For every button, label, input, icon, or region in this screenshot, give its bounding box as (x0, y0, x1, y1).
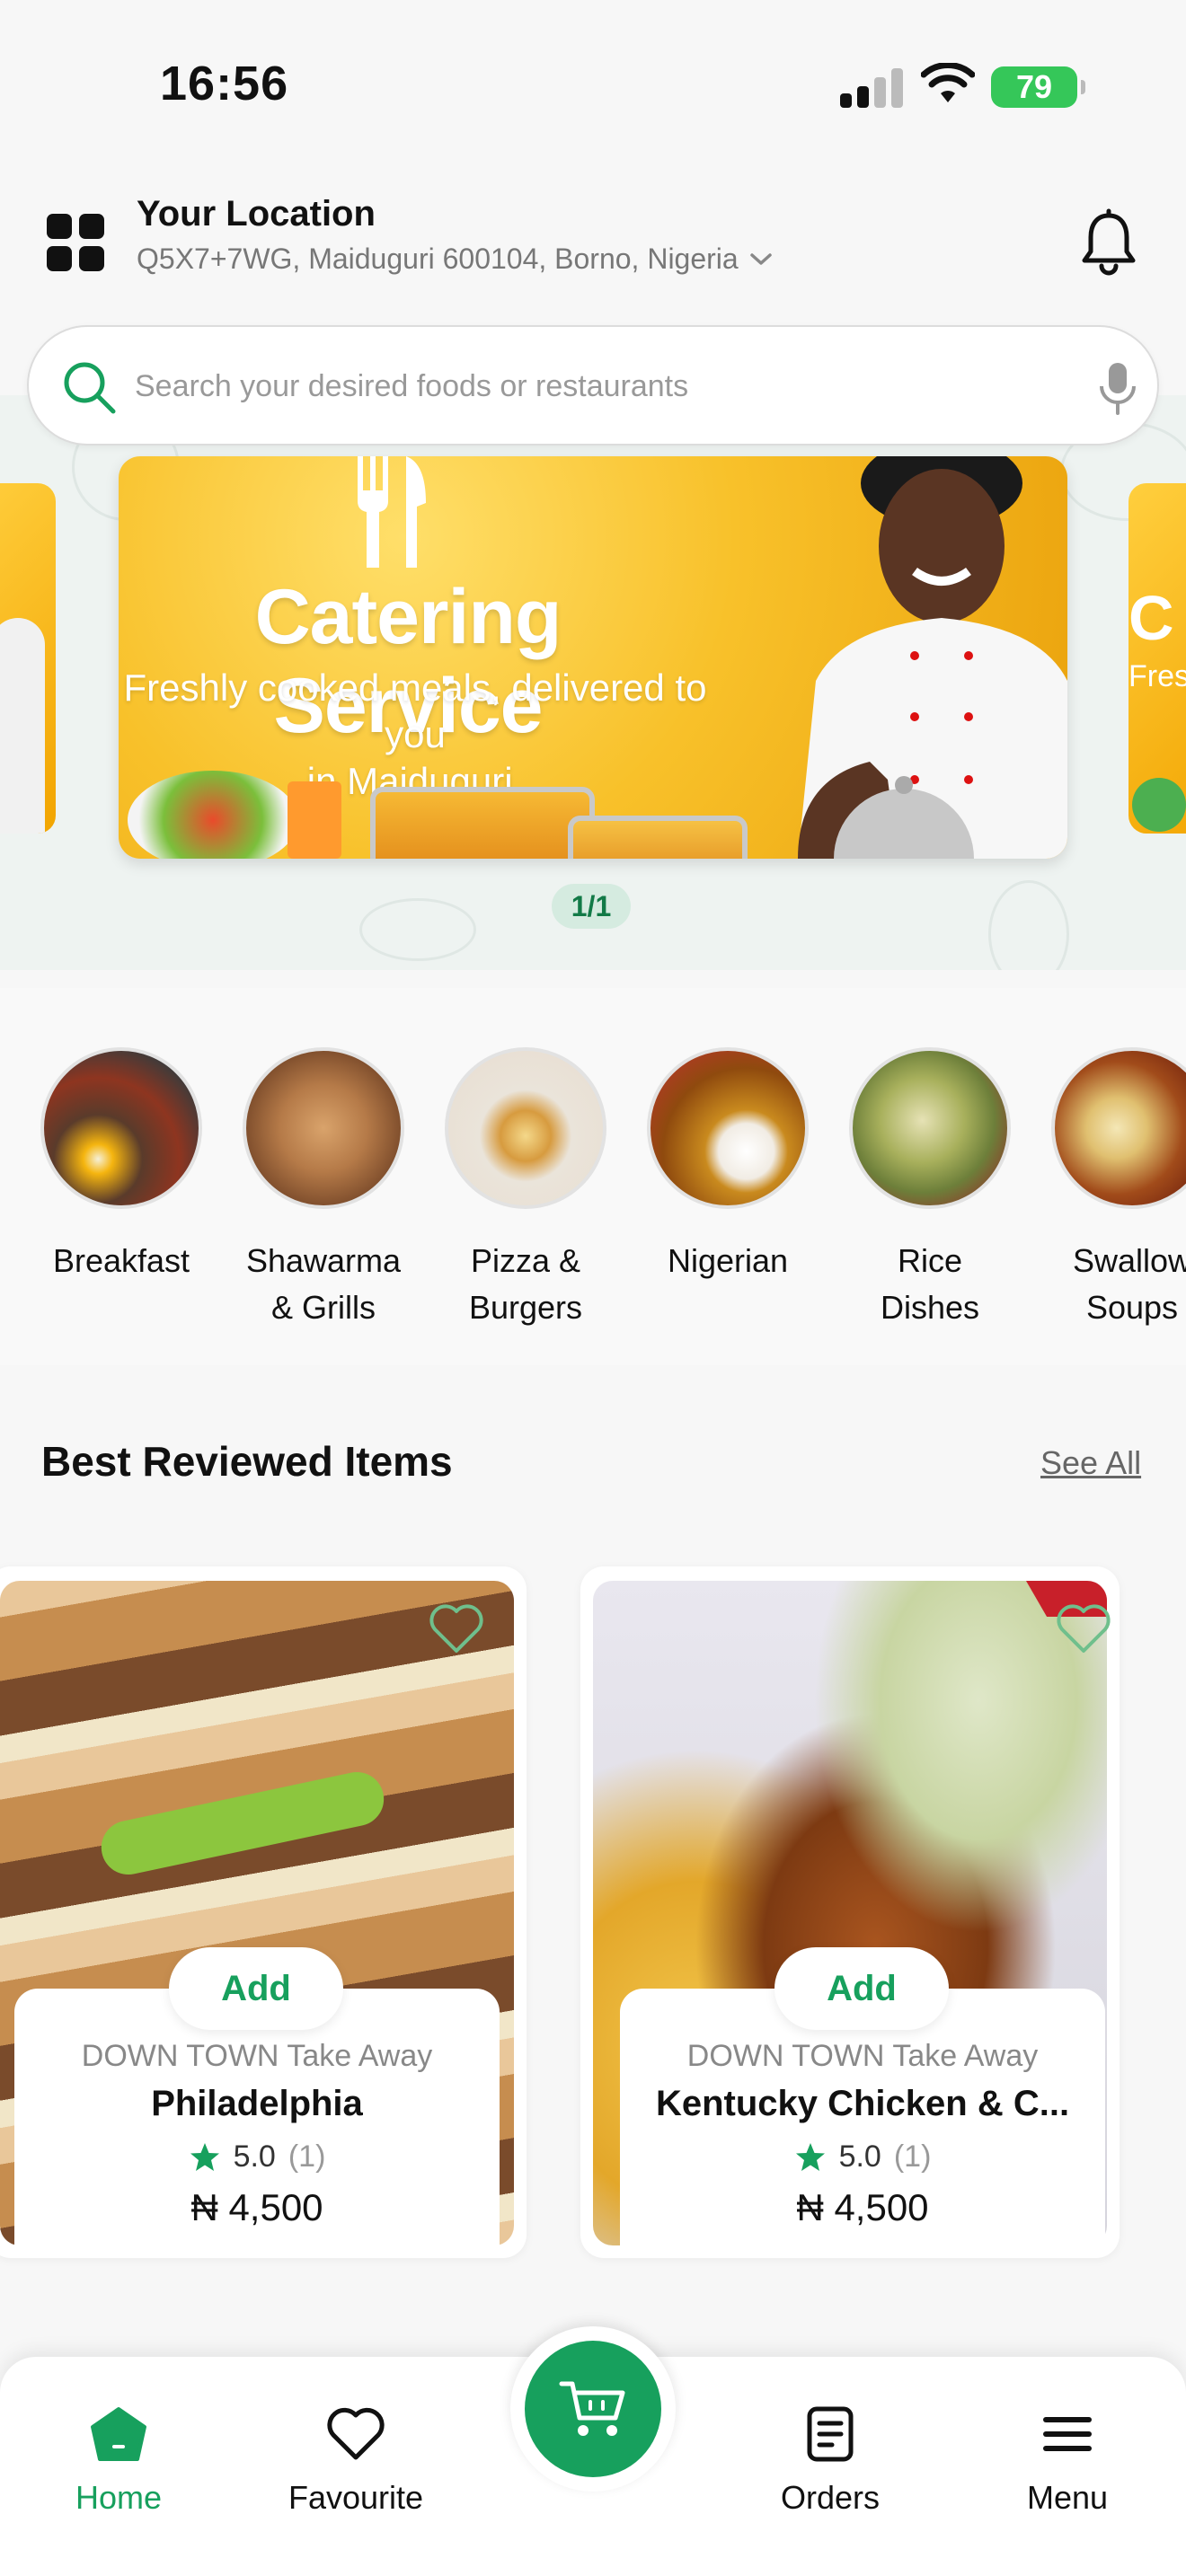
rating-count: (1) (288, 2139, 326, 2174)
location-selector[interactable]: Q5X7+7WG, Maiduguri 600104, Borno, Niger… (137, 243, 773, 276)
status-bar: 16:56 79 (0, 0, 1186, 171)
category-label-2: Soups (1085, 1289, 1179, 1326)
product-rating: 5.0 (1) (14, 2139, 500, 2175)
category-shawarma[interactable]: Shawarma & Grills (225, 1047, 422, 1331)
product-price: ₦ 4,500 (796, 2186, 929, 2228)
status-time: 16:56 (160, 57, 289, 110)
heart-icon (327, 2407, 385, 2460)
category-rice-dishes[interactable]: Rice Dishes (831, 1047, 1029, 1331)
banner-prev-peek[interactable] (0, 483, 56, 834)
category-breakfast[interactable]: Breakfast (22, 1047, 220, 1284)
search-icon (64, 362, 116, 414)
orders-icon (807, 2406, 854, 2462)
store-name: DOWN TOWN Take Away (81, 2039, 433, 2073)
carousel-pager: 1/1 (552, 884, 631, 929)
product-name: Kentucky Chicken & C... (655, 2084, 1070, 2123)
category-label-2: & Grills (271, 1289, 376, 1326)
rice-tray-image-2 (568, 816, 748, 859)
swallow-image (1051, 1047, 1186, 1209)
product-rating: 5.0 (1) (620, 2139, 1105, 2175)
category-label: Pizza & (470, 1242, 581, 1279)
category-label: Breakfast (52, 1242, 190, 1279)
category-label: Swallow (1072, 1242, 1186, 1279)
battery-icon: 79 (991, 66, 1085, 108)
category-label: Shawarma (245, 1242, 402, 1279)
store-name: DOWN TOWN Take Away (686, 2039, 1039, 2073)
microphone-icon[interactable] (1098, 361, 1137, 415)
rice-tray-image (370, 787, 595, 859)
category-label-2: Dishes (880, 1289, 980, 1326)
product-card[interactable]: DOWN TOWN Take Away Kentucky Chicken & C… (580, 1566, 1120, 2258)
wifi-icon (921, 63, 975, 102)
rating-value: 5.0 (233, 2139, 276, 2174)
nav-home[interactable]: Home (20, 2405, 217, 2517)
fork-knife-icon (358, 456, 426, 568)
location-title: Your Location (137, 194, 376, 234)
star-icon (190, 2142, 219, 2171)
category-pizza-burgers[interactable]: Pizza & Burgers (427, 1047, 624, 1331)
product-card[interactable]: DOWN TOWN Take Away Philadelphia 5.0 (1)… (0, 1566, 527, 2258)
shopping-cart-icon (559, 2381, 625, 2436)
search-bar[interactable] (27, 325, 1159, 446)
star-icon (795, 2142, 825, 2171)
cart-button-inner (525, 2341, 661, 2477)
notification-bell-icon[interactable] (1076, 208, 1141, 277)
juice-image (288, 781, 341, 859)
doodle-decoration (359, 898, 476, 961)
category-nigerian[interactable]: Nigerian (629, 1047, 827, 1284)
category-label: Rice (897, 1242, 963, 1279)
pizza-image (445, 1047, 606, 1209)
product-price: ₦ 4,500 (190, 2186, 323, 2228)
breakfast-image (40, 1047, 202, 1209)
product-name: Philadelphia (151, 2084, 363, 2123)
nav-menu-label: Menu (1026, 2479, 1109, 2516)
nav-orders-label: Orders (780, 2479, 881, 2516)
home-icon (91, 2407, 146, 2461)
doodle-decoration (988, 880, 1069, 970)
banner-next-title: C (1128, 583, 1174, 653)
add-to-cart-button[interactable]: Add (774, 1947, 949, 2030)
categories-grid-icon[interactable] (47, 214, 106, 273)
banner-subtitle-line1: Freshly cooked meals, delivered to you (123, 666, 707, 755)
nav-orders[interactable]: Orders (731, 2405, 929, 2517)
hamburger-menu-icon (1043, 2417, 1092, 2451)
best-reviewed-title: Best Reviewed Items (41, 1438, 453, 1485)
pepper-decoration (96, 1767, 389, 1880)
chef-image (798, 456, 1067, 859)
battery-level: 79 (1015, 68, 1053, 105)
favourite-heart-icon[interactable] (428, 1602, 485, 1654)
category-list: Breakfast Shawarma & Grills Pizza & Burger… (0, 988, 1186, 1365)
favourite-heart-icon[interactable] (1055, 1602, 1112, 1654)
add-to-cart-button[interactable]: Add (169, 1947, 343, 2030)
nav-favourite[interactable]: Favourite (257, 2405, 455, 2517)
banner-next-subtitle: Fres (1128, 659, 1186, 693)
category-swallow-soups[interactable]: Swallow Soups (1033, 1047, 1186, 1331)
nav-home-label: Home (75, 2479, 163, 2516)
promo-carousel[interactable]: C Fres Catering Service Freshly cooked m… (0, 395, 1186, 970)
cart-button[interactable] (510, 2326, 676, 2492)
nav-menu[interactable]: Menu (969, 2405, 1166, 2517)
search-input[interactable] (135, 357, 1051, 415)
chevron-down-icon (749, 252, 772, 265)
nigerian-image (647, 1047, 809, 1209)
see-all-link[interactable]: See All (1040, 1444, 1141, 1482)
rating-value: 5.0 (838, 2139, 881, 2174)
location-address: Q5X7+7WG, Maiduguri 600104, Borno, Niger… (137, 243, 739, 275)
catering-service-banner[interactable]: Catering Service Freshly cooked meals, d… (119, 456, 1067, 859)
rating-count: (1) (893, 2139, 932, 2174)
location-header: Your Location Q5X7+7WG, Maiduguri 600104… (0, 180, 1186, 314)
rice-image (849, 1047, 1011, 1209)
nav-favourite-label: Favourite (288, 2479, 424, 2516)
category-label: Nigerian (667, 1242, 789, 1279)
shawarma-image (243, 1047, 404, 1209)
category-label-2: Burgers (468, 1289, 583, 1326)
banner-next-peek[interactable]: C Fres (1128, 483, 1186, 834)
cellular-signal-icon (840, 68, 903, 108)
